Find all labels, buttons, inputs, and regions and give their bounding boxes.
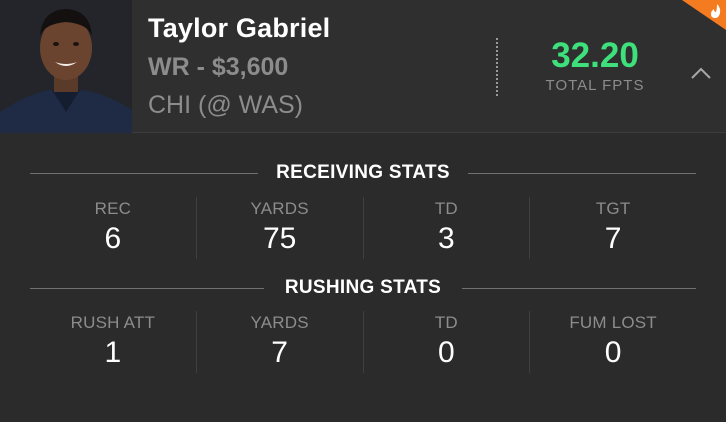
chevron-up-icon — [691, 67, 711, 79]
stat-value: 7 — [604, 222, 622, 255]
hot-badge — [682, 0, 726, 30]
stat-label: REC — [94, 199, 132, 218]
stat-value: 0 — [604, 336, 622, 369]
stat-label: TD — [434, 313, 458, 332]
stat-fum-lost: FUM LOST 0 — [529, 311, 696, 373]
player-card-header: Taylor Gabriel WR - $3,600 CHI (@ WAS) 3… — [0, 0, 726, 133]
stat-rec-yards: YARDS 75 — [195, 197, 363, 259]
stat-value: 7 — [271, 336, 288, 369]
stat-label: FUM LOST — [569, 313, 657, 332]
rushing-stats-row: RUSH ATT 1 YARDS 7 TD 0 FUM LOST 0 — [30, 311, 696, 373]
stat-value: 75 — [262, 222, 297, 255]
stat-value: 0 — [438, 336, 455, 369]
collapse-button[interactable] — [688, 62, 714, 84]
stat-label: TD — [434, 199, 458, 218]
flame-icon — [682, 0, 726, 30]
receiving-stats-title: RECEIVING STATS — [276, 162, 450, 183]
total-fpts-value: 32.20 — [551, 36, 639, 75]
stat-label: YARDS — [250, 199, 309, 218]
total-fpts-label: TOTAL FPTS — [545, 77, 645, 94]
stat-label: TGT — [595, 199, 631, 218]
header-divider — [496, 38, 498, 96]
stat-rec: REC 6 — [30, 197, 196, 259]
receiving-stats-header: RECEIVING STATS — [30, 162, 696, 186]
stat-rush-yards: YARDS 7 — [195, 311, 363, 373]
stat-value: 1 — [104, 336, 122, 369]
rushing-stats-header: RUSHING STATS — [30, 277, 696, 301]
stat-rec-td: TD 3 — [362, 197, 530, 259]
stat-value: 6 — [104, 222, 122, 255]
stat-label: YARDS — [250, 313, 309, 332]
stat-label: RUSH ATT — [70, 313, 156, 332]
player-photo — [0, 0, 132, 133]
player-avatar — [0, 0, 132, 133]
stat-rush-att: RUSH ATT 1 — [30, 311, 196, 373]
player-game-matchup: CHI (@ WAS) — [148, 91, 303, 119]
rushing-stats-title: RUSHING STATS — [284, 277, 442, 298]
player-position-salary: WR - $3,600 — [148, 53, 289, 81]
stat-tgt: TGT 7 — [529, 197, 696, 259]
receiving-stats-row: REC 6 YARDS 75 TD 3 TGT 7 — [30, 197, 696, 259]
stat-value: 3 — [438, 222, 455, 255]
player-name: Taylor Gabriel — [148, 13, 331, 43]
stat-rush-td: TD 0 — [362, 311, 530, 373]
